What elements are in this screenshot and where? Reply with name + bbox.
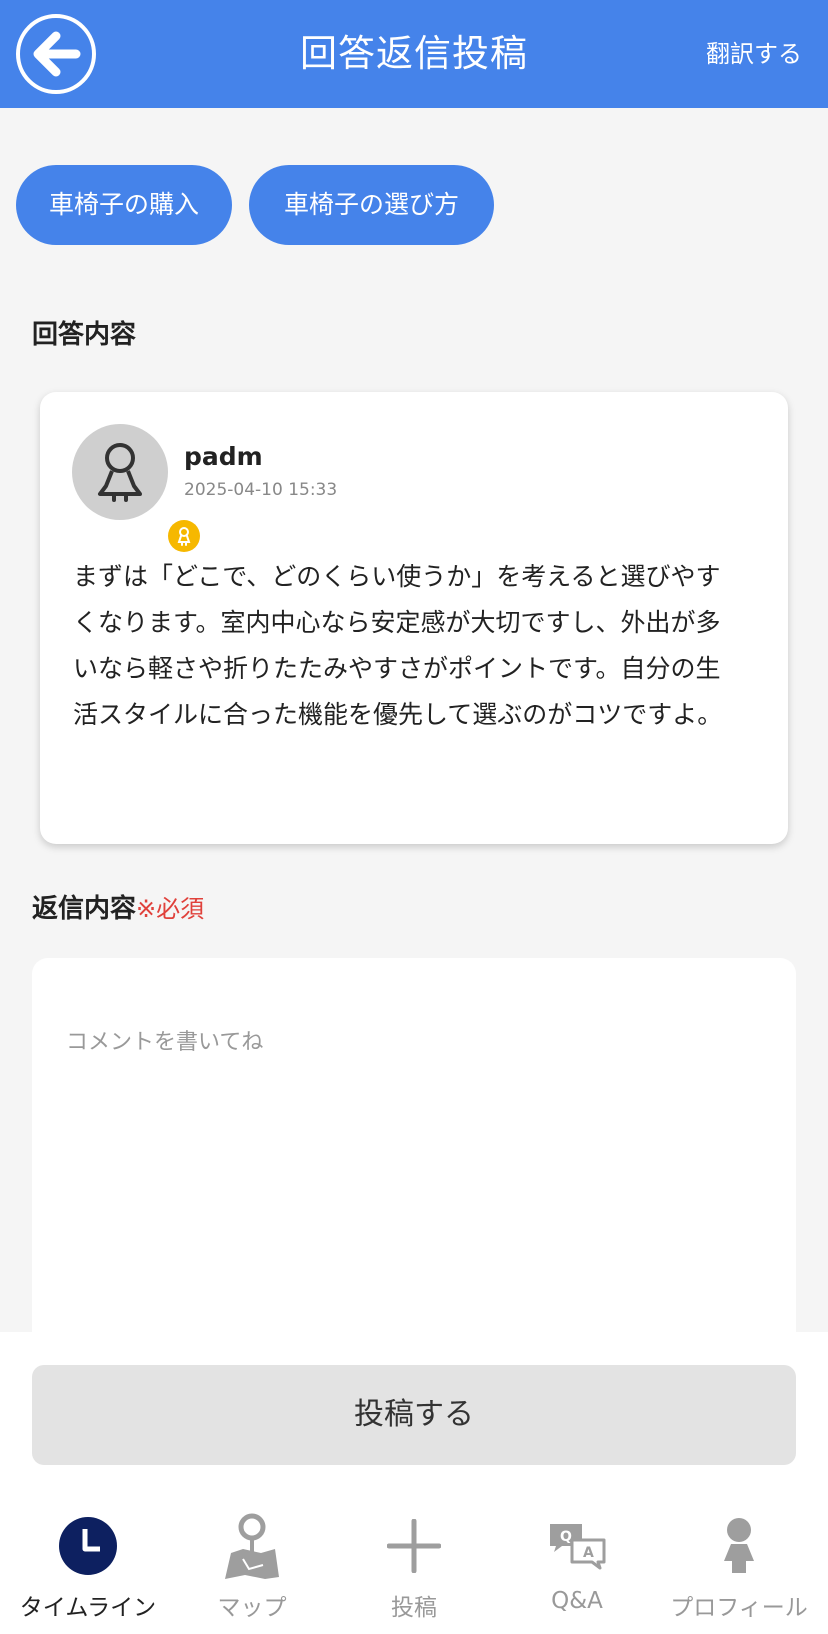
nav-label-qa: Q&A (551, 1588, 603, 1614)
person-icon (656, 1508, 822, 1584)
avatar[interactable] (72, 424, 200, 552)
reply-input[interactable] (32, 958, 796, 1378)
answer-card: padm 2025-04-10 15:33 まずは「どこで、どのくらい使うか」を… (40, 392, 788, 844)
user-badge-icon (168, 520, 200, 552)
nav-item-timeline[interactable]: タイムライン (5, 1508, 171, 1628)
page-title: 回答返信投稿 (300, 32, 528, 75)
person-icon (98, 443, 142, 502)
reply-box (32, 958, 796, 1378)
nav-item-map[interactable]: マップ (169, 1508, 335, 1628)
tag-wheelchair-selection[interactable]: 車椅子の選び方 (249, 165, 494, 245)
header-bar: 回答返信投稿 翻訳する (0, 0, 828, 108)
nav-item-post[interactable]: 投稿 (331, 1508, 497, 1628)
required-mark: ※必須 (136, 895, 205, 923)
nav-label-post: 投稿 (391, 1595, 437, 1621)
nav-item-qa[interactable]: Q A Q&A (494, 1508, 660, 1628)
username: padm (184, 442, 263, 471)
nav-item-profile[interactable]: プロフィール (656, 1508, 822, 1628)
bottom-panel: 投稿する タイムライン マップ 投稿 Q A Q&A プロフィール (0, 1332, 828, 1634)
reply-label-text: 返信内容 (32, 894, 137, 924)
translate-button[interactable]: 翻訳する (706, 0, 802, 108)
nav-label-profile: プロフィール (670, 1595, 808, 1621)
answer-text: まずは「どこで、どのくらい使うか」を考えると選びやすくなります。室内中心なら安定… (73, 562, 723, 729)
reply-section-label: 返信内容※必須 (32, 888, 204, 925)
clock-icon (5, 1508, 171, 1584)
svg-text:Q: Q (560, 1529, 572, 1545)
submit-button[interactable]: 投稿する (32, 1365, 796, 1465)
nav-label-map: マップ (217, 1595, 287, 1621)
nav-label-timeline: タイムライン (19, 1595, 157, 1621)
plus-icon (331, 1508, 497, 1584)
map-pin-icon (169, 1508, 335, 1584)
qa-icon: Q A (494, 1508, 660, 1584)
answer-section-label: 回答内容 (32, 320, 137, 350)
tag-wheelchair-purchase[interactable]: 車椅子の購入 (16, 165, 232, 245)
svg-text:A: A (583, 1545, 594, 1561)
timestamp: 2025-04-10 15:33 (184, 480, 338, 500)
